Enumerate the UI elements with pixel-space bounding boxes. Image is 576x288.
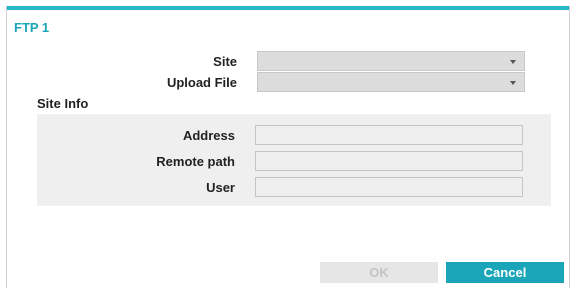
user-label: User xyxy=(206,180,235,195)
ok-button[interactable]: OK xyxy=(320,262,438,283)
site-label: Site xyxy=(213,54,237,69)
site-info-section-label: Site Info xyxy=(37,96,89,111)
site-info-panel: Address Remote path User xyxy=(37,114,551,206)
dialog-title: FTP 1 xyxy=(14,20,50,35)
upload-file-select[interactable] xyxy=(257,72,525,92)
cancel-button[interactable]: Cancel xyxy=(446,262,564,283)
site-select[interactable] xyxy=(257,51,525,71)
address-label: Address xyxy=(182,128,235,143)
remote-path-field[interactable] xyxy=(255,151,523,171)
address-field[interactable] xyxy=(255,125,523,145)
dialog-top-accent-bar xyxy=(7,6,569,10)
chevron-down-icon xyxy=(510,60,516,64)
ftp-dialog: FTP 1 Site Upload File Site Info Address… xyxy=(6,6,570,288)
user-field[interactable] xyxy=(255,177,523,197)
chevron-down-icon xyxy=(510,81,516,85)
remote-path-label: Remote path xyxy=(156,154,235,169)
upload-file-label: Upload File xyxy=(166,75,237,90)
